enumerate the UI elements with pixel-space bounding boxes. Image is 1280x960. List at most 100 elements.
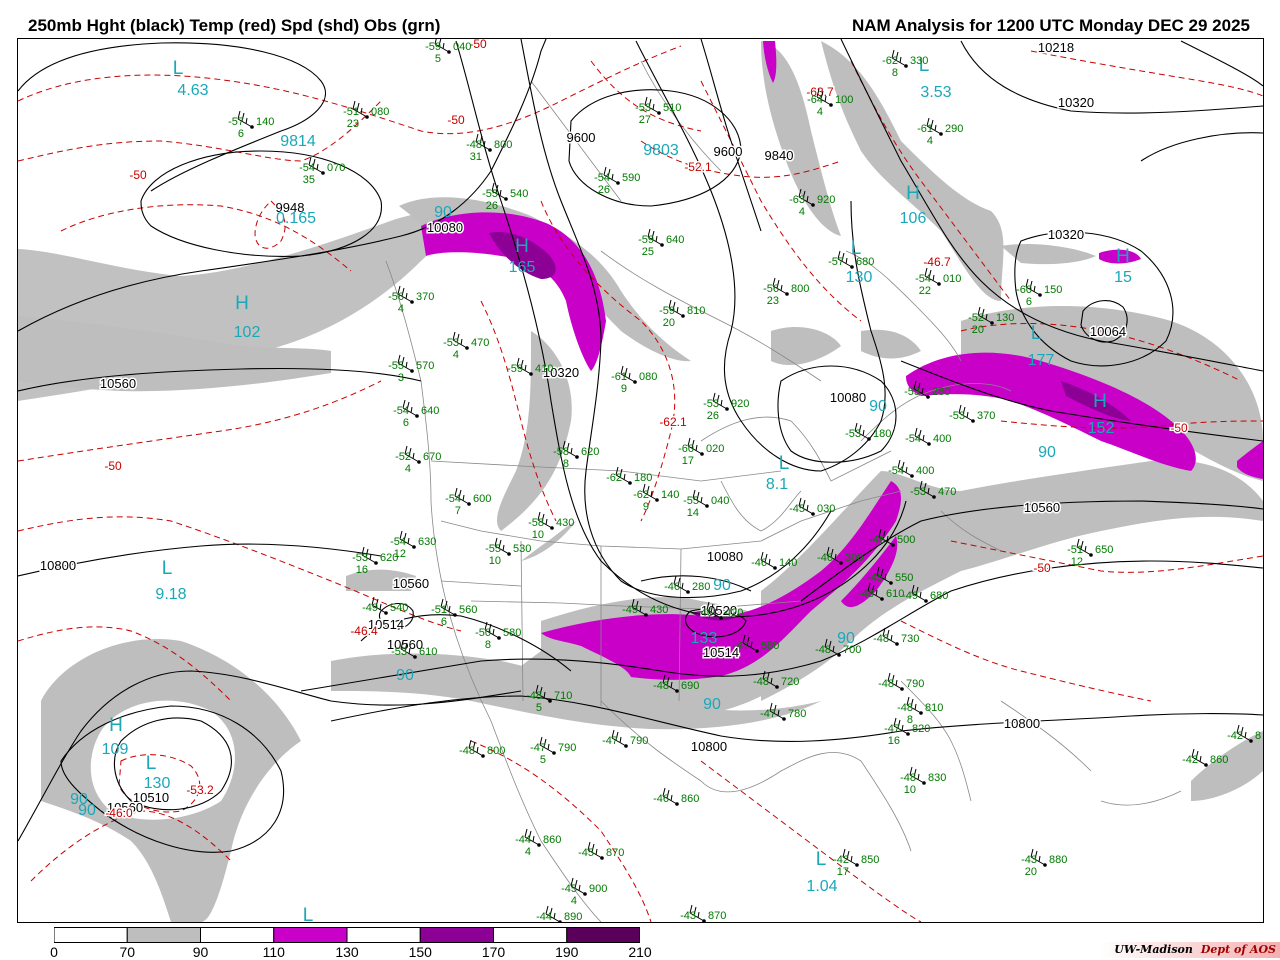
station-plot: -56 370 4	[388, 285, 434, 315]
obs-height: 670	[423, 451, 441, 463]
obs-height: 530	[513, 543, 531, 555]
obs-temp: -48	[815, 644, 831, 656]
obs-height: 400	[916, 465, 934, 477]
obs-height: 140	[256, 116, 274, 128]
obs-temp: -46	[869, 534, 885, 546]
obs-height: 540	[390, 602, 408, 614]
temp-label: -52.1	[684, 160, 712, 174]
obs-temp: -48	[878, 678, 894, 690]
obs-height: 8	[1255, 730, 1261, 742]
obs-dewpoint-dep: 17	[682, 455, 694, 467]
station-plot: -42 850 17	[833, 848, 879, 878]
height-label: 10218	[1038, 40, 1074, 55]
speed-extremum-label: H	[109, 715, 123, 736]
obs-dewpoint-dep: 5	[540, 754, 546, 766]
obs-height: 600	[473, 493, 491, 505]
obs-height: 850	[861, 854, 879, 866]
obs-temp: -47	[884, 723, 900, 735]
obs-temp: -56	[388, 291, 404, 303]
height-label: 10560	[393, 576, 429, 591]
temp-label: -50	[1170, 421, 1188, 435]
obs-dewpoint-dep: 20	[663, 317, 675, 329]
speed-extremum-label: 90	[78, 802, 96, 819]
station-plot: -58 620 8	[553, 440, 599, 470]
obs-temp: -59	[638, 234, 654, 246]
obs-temp: -52	[395, 451, 411, 463]
obs-temp: -47	[602, 735, 618, 747]
station-plot: -47 790 5	[530, 736, 576, 766]
colorbar-tick-label: 90	[192, 944, 209, 960]
obs-height: 920	[817, 194, 835, 206]
obs-height: 080	[639, 371, 657, 383]
obs-height: 860	[543, 834, 561, 846]
obs-temp: -53	[949, 410, 965, 422]
obs-height: 470	[938, 486, 956, 498]
obs-temp: -51	[343, 106, 359, 118]
colorbar-segment	[273, 927, 348, 943]
obs-dewpoint-dep: 4	[453, 349, 459, 361]
station-plot: -62 180	[606, 466, 652, 485]
obs-height: 860	[681, 793, 699, 805]
speed-extremum-label: H	[235, 293, 249, 314]
obs-temp: -54	[390, 536, 406, 548]
colorbar-segment	[54, 927, 128, 943]
obs-temp: -56	[763, 283, 779, 295]
obs-temp: -52	[968, 312, 984, 324]
height-label: 10560	[100, 376, 136, 391]
obs-temp: -43	[1021, 854, 1037, 866]
colorbar-tick-label: 210	[628, 944, 652, 960]
height-label: 10080	[427, 220, 463, 235]
obs-height: 820	[912, 723, 930, 735]
station-plot: -61 290 4	[917, 117, 963, 147]
station-plot: -52 670 4	[395, 445, 441, 475]
obs-dewpoint-dep: 6	[441, 616, 447, 628]
obs-dewpoint-dep: 7	[455, 505, 461, 517]
obs-dewpoint-dep: 10	[489, 555, 501, 567]
height-label: 10080	[830, 390, 866, 405]
obs-temp: -60	[1016, 284, 1032, 296]
obs-height: 720	[781, 676, 799, 688]
speed-extremum-label: H	[1093, 391, 1107, 412]
station-plot: -54 640 6	[393, 399, 439, 429]
station-plot: -51 560 6	[431, 598, 477, 628]
obs-temp: -45	[867, 572, 883, 584]
obs-temp: -53	[635, 102, 651, 114]
obs-height: 080	[371, 106, 389, 118]
speed-extremum-label: 109	[102, 741, 129, 758]
obs-temp: -61	[611, 371, 627, 383]
station-plot: -62 140 9	[633, 483, 679, 513]
weather-map-svg: 102181032096009600 9840994810080 103201006…	[18, 39, 1263, 922]
obs-temp: -47	[530, 742, 546, 754]
obs-height: 470	[471, 337, 489, 349]
speed-extremum-label: 133	[691, 630, 718, 647]
obs-temp: -48	[858, 588, 874, 600]
obs-height: 330	[910, 55, 928, 67]
obs-temp: -54	[905, 433, 921, 445]
obs-height: 280	[692, 581, 710, 593]
shade-bc	[496, 331, 572, 531]
obs-temp: -63	[789, 194, 805, 206]
station-plot: -54 400	[888, 459, 934, 478]
obs-dewpoint-dep: 35	[303, 174, 315, 186]
obs-temp: -47	[760, 708, 776, 720]
obs-temp: -51	[1067, 544, 1083, 556]
title-right: NAM Analysis for 1200 UTC Monday DEC 29 …	[851, 16, 1250, 35]
speed-extremum-label: 15	[1114, 269, 1132, 286]
obs-temp: -48	[897, 702, 913, 714]
obs-height: 010	[943, 273, 961, 285]
temp-label: -46.4	[350, 624, 378, 638]
obs-temp: -59	[425, 41, 441, 53]
obs-height: 430	[650, 604, 668, 616]
speed-extremum-label: 9803	[643, 142, 679, 159]
obs-dewpoint-dep: 4	[817, 106, 823, 118]
obs-height: 180	[873, 428, 891, 440]
obs-dewpoint-dep: 6	[1026, 296, 1032, 308]
height-label: 10800	[1004, 716, 1040, 731]
obs-temp: -46	[817, 552, 833, 564]
obs-height: 880	[1049, 854, 1067, 866]
station-plot: -48 800 31	[466, 133, 512, 163]
obs-height: 040	[453, 41, 471, 53]
obs-dewpoint-dep: 31	[470, 151, 482, 163]
obs-temp: -48	[653, 680, 669, 692]
obs-height: 630	[418, 536, 436, 548]
